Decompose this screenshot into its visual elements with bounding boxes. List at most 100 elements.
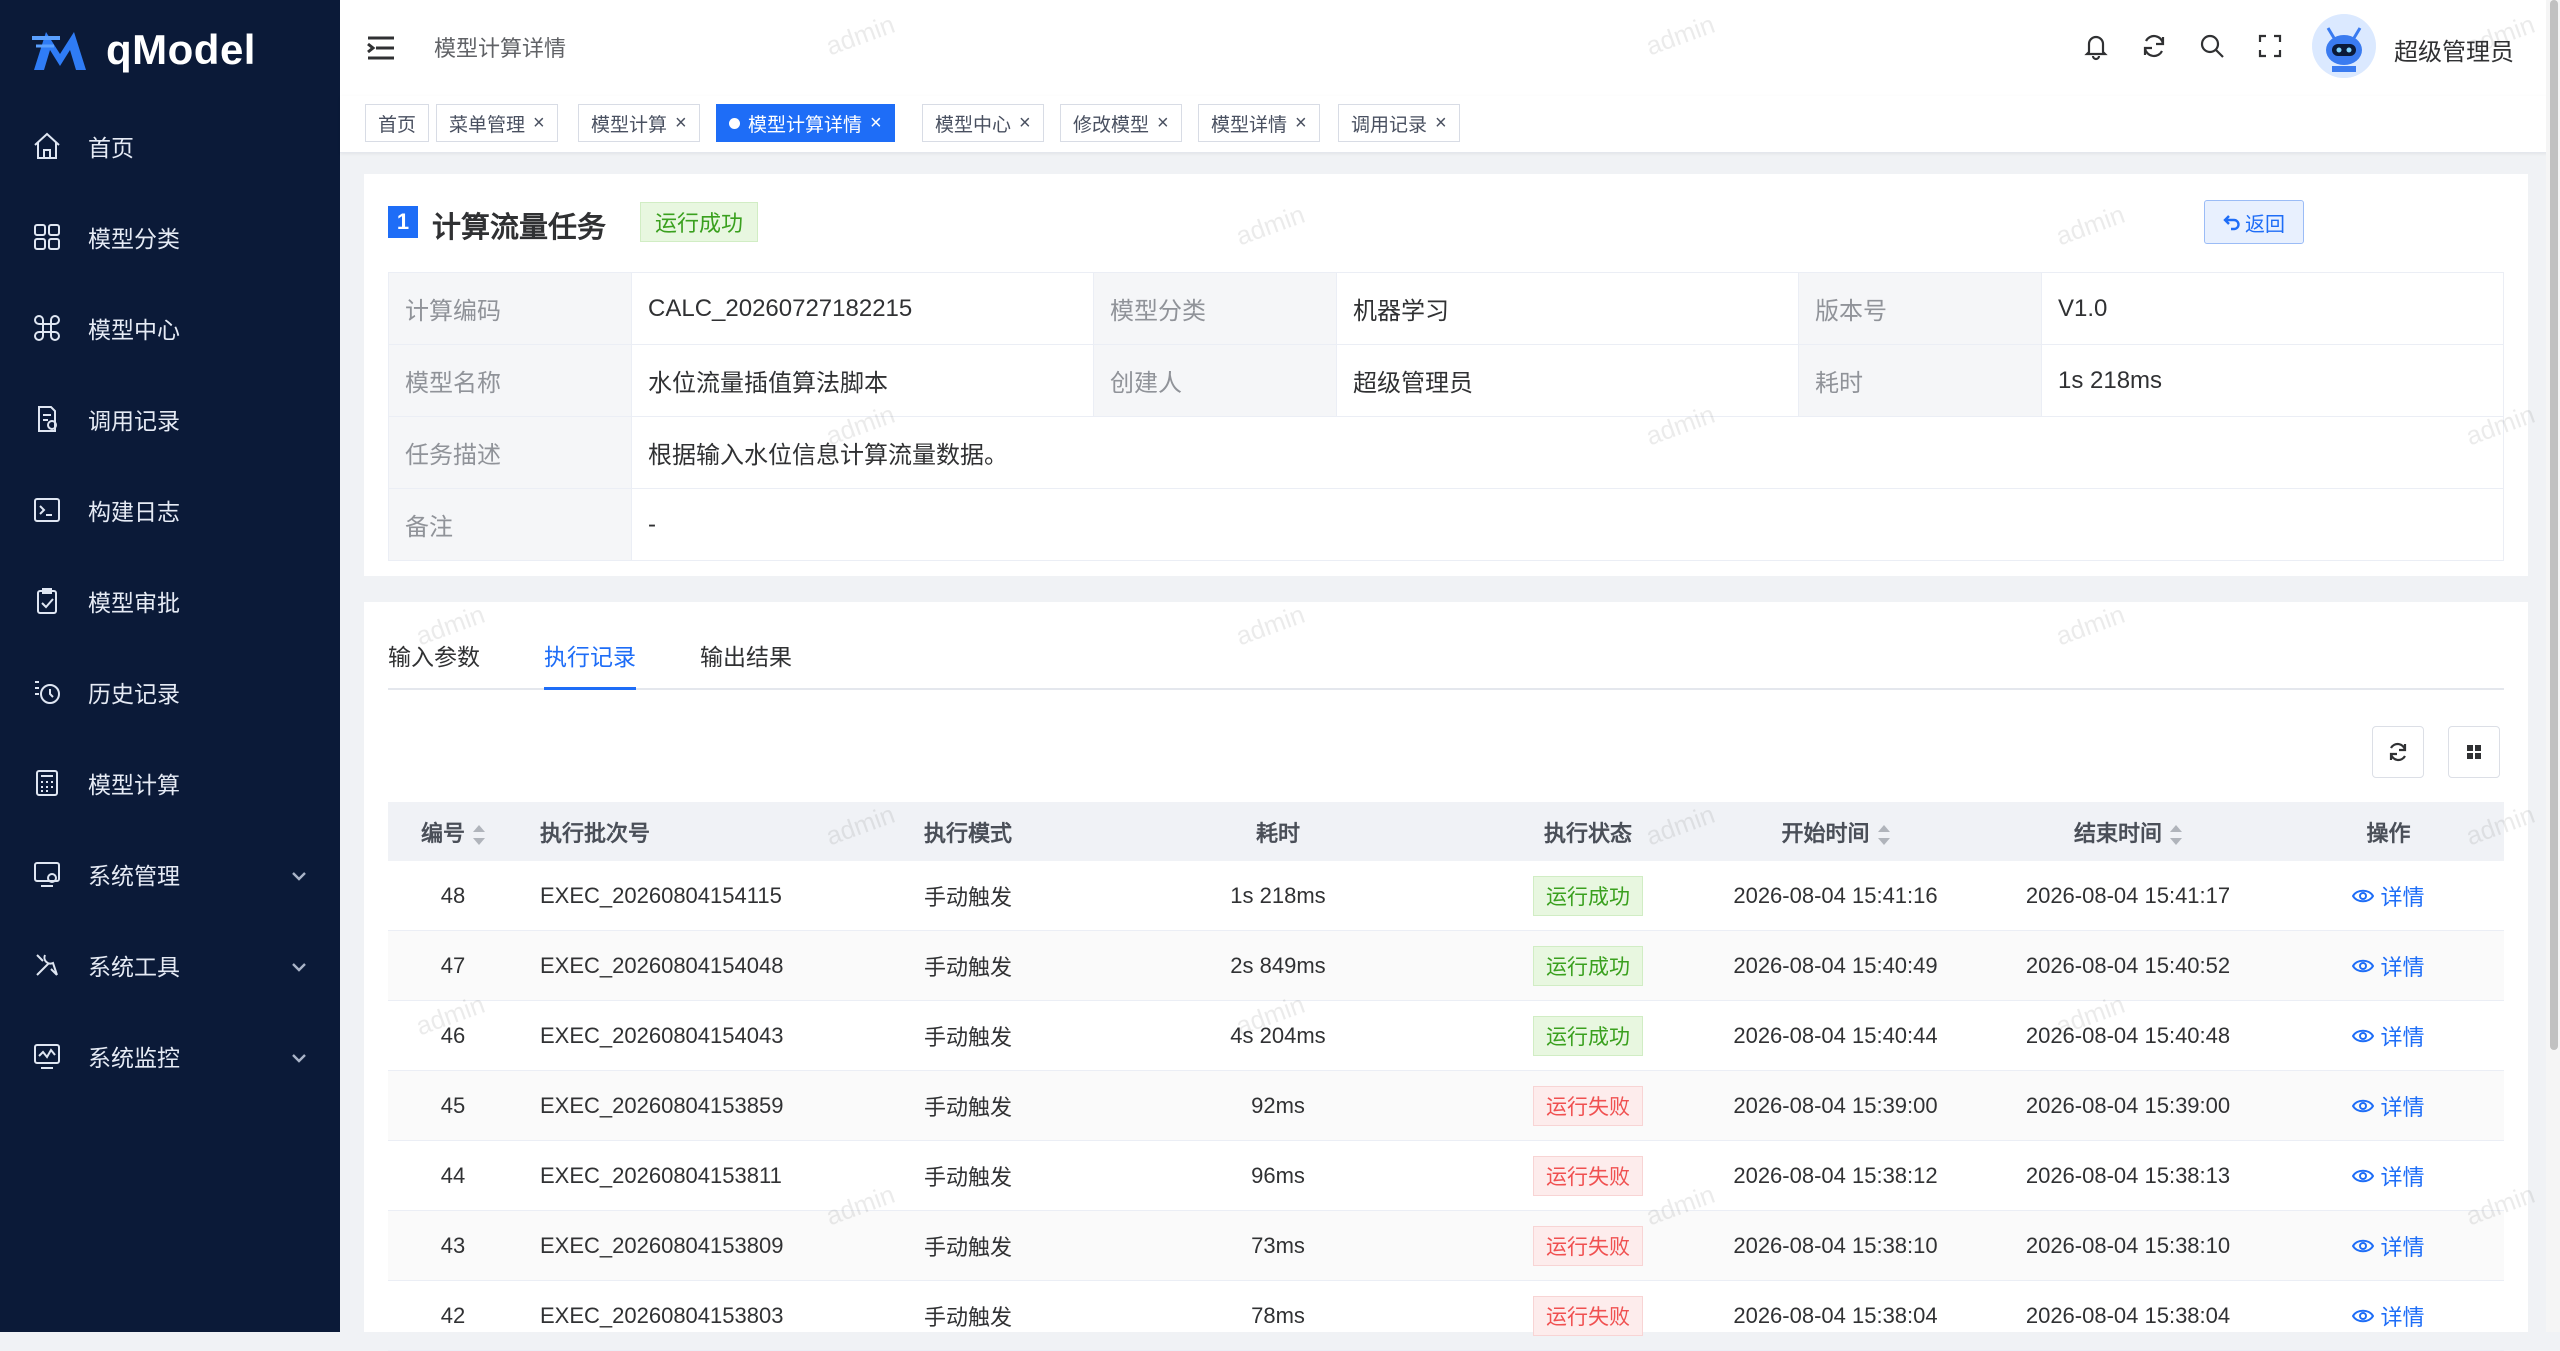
cell-start: 2026-08-04 15:40:44: [1688, 1000, 1983, 1071]
tag-7[interactable]: 调用记录 ×: [1338, 104, 1460, 142]
tag-0[interactable]: 首页: [365, 104, 430, 142]
detail-link[interactable]: 详情: [2352, 1230, 2425, 1262]
sidebar-item-2[interactable]: 模型中心: [0, 282, 340, 373]
sidebar-item-label: 模型计算: [88, 771, 180, 798]
sidebar-item-3[interactable]: 调用记录: [0, 373, 340, 464]
detail-link[interactable]: 详情: [2352, 880, 2425, 912]
refresh-icon: [2389, 742, 2407, 762]
sidebar-item-9[interactable]: 系统工具: [0, 919, 340, 1010]
page-title: 模型计算详情: [434, 36, 567, 61]
tag-6[interactable]: 模型详情 ×: [1198, 104, 1320, 142]
col-start[interactable]: 开始时间: [1688, 802, 1983, 861]
cell-mode: 手动触发: [868, 1210, 1068, 1281]
detail-link-label: 详情: [2380, 1234, 2425, 1260]
detail-link[interactable]: 详情: [2352, 1160, 2425, 1192]
sidebar-item-0[interactable]: 首页: [0, 100, 340, 191]
sidebar-item-6[interactable]: 历史记录: [0, 646, 340, 737]
detail-link-label: 详情: [2380, 954, 2425, 980]
detail-link[interactable]: 详情: [2352, 950, 2425, 982]
version-value: V1.0: [2041, 272, 2504, 345]
tab-exec-records[interactable]: 执行记录: [544, 638, 636, 690]
category-label: 模型分类: [1093, 272, 1337, 345]
tag-1[interactable]: 菜单管理 ×: [436, 104, 558, 142]
sort-icon[interactable]: [473, 824, 485, 845]
sidebar-item-label: 系统工具: [88, 953, 180, 980]
detail-link-label: 详情: [2380, 1304, 2425, 1330]
collapse-menu-icon[interactable]: [366, 34, 396, 62]
chevron-down-icon: [290, 955, 308, 973]
refresh-icon[interactable]: [2136, 28, 2172, 64]
detail-link[interactable]: 详情: [2352, 1020, 2425, 1052]
cell-status: 运行失败: [1488, 1280, 1688, 1351]
detail-link[interactable]: 详情: [2352, 1300, 2425, 1332]
detail-link[interactable]: 详情: [2352, 1090, 2425, 1122]
avatar[interactable]: [2312, 14, 2376, 78]
sidebar-item-label: 模型分类: [88, 225, 180, 252]
cell-start: 2026-08-04 15:38:04: [1688, 1280, 1983, 1351]
vertical-scrollbar-thumb[interactable]: [2550, 0, 2558, 1050]
cell-end: 2026-08-04 15:41:17: [1983, 861, 2273, 931]
status-badge: 运行成功: [1533, 1015, 1643, 1056]
sidebar-item-10[interactable]: 系统监控: [0, 1010, 340, 1101]
tag-2[interactable]: 模型计算 ×: [578, 104, 700, 142]
task-title: 计算流量任务: [432, 212, 607, 244]
cell-start: 2026-08-04 15:40:49: [1688, 930, 1983, 1001]
col-id[interactable]: 编号: [388, 802, 518, 861]
chevron-down-icon: [290, 864, 308, 882]
bell-icon[interactable]: [2078, 28, 2114, 64]
tag-5[interactable]: 修改模型 ×: [1060, 104, 1182, 142]
tag-label: 调用记录: [1351, 114, 1428, 136]
remark-value: -: [631, 488, 2504, 561]
close-icon[interactable]: ×: [870, 113, 882, 133]
system-manage-icon: [30, 857, 64, 891]
tag-label: 模型计算: [591, 114, 668, 136]
sort-icon[interactable]: [1877, 824, 1890, 845]
search-icon[interactable]: [2194, 28, 2230, 64]
detail-link-label: 详情: [2380, 1164, 2425, 1190]
eye-icon: [2352, 1169, 2375, 1182]
sidebar-item-8[interactable]: 系统管理: [0, 828, 340, 919]
close-icon[interactable]: ×: [1435, 113, 1447, 133]
app-logo[interactable]: qModel: [0, 0, 340, 100]
close-icon[interactable]: ×: [533, 113, 545, 133]
sidebar-item-label: 调用记录: [88, 407, 180, 434]
tab-input-params[interactable]: 输入参数: [388, 638, 480, 688]
status-badge: 运行失败: [1533, 1155, 1643, 1196]
sidebar-item-1[interactable]: 模型分类: [0, 191, 340, 282]
sidebar-item-7[interactable]: 模型计算: [0, 737, 340, 828]
cell-mode: 手动触发: [868, 930, 1068, 1001]
back-button-label: 返回: [2245, 213, 2285, 236]
cell-duration: 96ms: [1068, 1140, 1488, 1211]
fullscreen-icon[interactable]: [2252, 28, 2288, 64]
cell-mode: 手动触发: [868, 1070, 1068, 1141]
cell-mode: 手动触发: [868, 1280, 1068, 1351]
tag-4[interactable]: 模型中心 ×: [922, 104, 1044, 142]
sidebar-item-4[interactable]: 构建日志: [0, 464, 340, 555]
cell-id: 47: [388, 930, 518, 1001]
close-icon[interactable]: ×: [1019, 113, 1031, 133]
tab-output-results[interactable]: 输出结果: [700, 638, 792, 688]
col-end[interactable]: 结束时间: [1983, 802, 2273, 861]
close-icon[interactable]: ×: [1157, 113, 1169, 133]
version-label: 版本号: [1798, 272, 2042, 345]
cell-status: 运行成功: [1488, 930, 1688, 1001]
sidebar-item-label: 模型中心: [88, 316, 180, 343]
sidebar-item-5[interactable]: 模型审批: [0, 555, 340, 646]
status-badge: 运行失败: [1533, 1085, 1643, 1126]
code-label: 计算编码: [388, 272, 632, 345]
close-icon[interactable]: ×: [675, 113, 687, 133]
cell-id: 46: [388, 1000, 518, 1071]
sort-icon[interactable]: [2170, 824, 2182, 845]
tag-label: 模型中心: [935, 114, 1012, 136]
cell-id: 45: [388, 1070, 518, 1141]
username[interactable]: 超级管理员: [2394, 32, 2514, 67]
column-settings-button[interactable]: [2448, 726, 2500, 778]
tag-3[interactable]: 模型计算详情 ×: [716, 104, 895, 142]
col-start-label: 开始时间: [1781, 820, 1870, 846]
table-refresh-button[interactable]: [2372, 726, 2424, 778]
back-button[interactable]: 返回: [2204, 200, 2304, 244]
cell-action: 详情: [2273, 1000, 2504, 1071]
close-icon[interactable]: ×: [1295, 113, 1307, 133]
cell-end: 2026-08-04 15:39:00: [1983, 1070, 2273, 1141]
monitor-icon: [30, 1039, 64, 1073]
